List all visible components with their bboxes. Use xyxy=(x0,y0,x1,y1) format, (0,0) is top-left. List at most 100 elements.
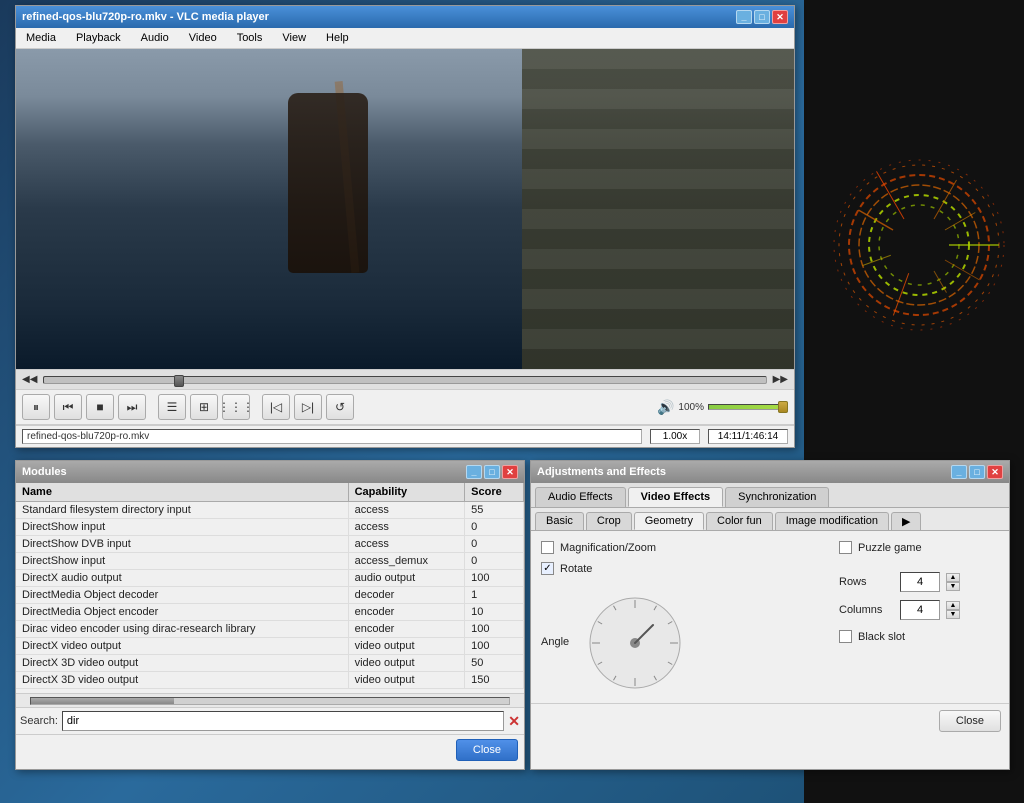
modules-close-button[interactable]: Close xyxy=(456,739,518,761)
toggle-playlist-button[interactable]: ☰ xyxy=(158,394,186,420)
minimize-button[interactable]: _ xyxy=(736,10,752,24)
effects-close-x[interactable]: ✕ xyxy=(987,465,1003,479)
tab-video-effects[interactable]: Video Effects xyxy=(628,487,724,507)
maximize-button[interactable]: □ xyxy=(754,10,770,24)
modules-search-bar: Search: ✕ xyxy=(16,707,524,734)
menu-media[interactable]: Media xyxy=(20,30,62,46)
table-row[interactable]: Dirac video encoder using dirac-research… xyxy=(16,621,524,638)
cell-name: DirectMedia Object decoder xyxy=(16,587,348,604)
table-row[interactable]: Standard filesystem directory inputacces… xyxy=(16,502,524,519)
table-row[interactable]: DirectShow inputaccess_demux0 xyxy=(16,553,524,570)
search-clear-button[interactable]: ✕ xyxy=(508,713,520,730)
sub-tab-basic[interactable]: Basic xyxy=(535,512,584,530)
tab-audio-effects[interactable]: Audio Effects xyxy=(535,487,626,507)
cell-score: 100 xyxy=(465,621,524,638)
menu-help[interactable]: Help xyxy=(320,30,355,46)
rotate-label: Rotate xyxy=(560,563,592,575)
menu-video[interactable]: Video xyxy=(183,30,223,46)
tab-synchronization[interactable]: Synchronization xyxy=(725,487,829,507)
table-row[interactable]: DirectMedia Object decoderdecoder1 xyxy=(16,587,524,604)
col-score[interactable]: Score xyxy=(465,483,524,502)
sub-tab-image-modification[interactable]: Image modification xyxy=(775,512,889,530)
menu-playback[interactable]: Playback xyxy=(70,30,127,46)
columns-row: Columns ▲ ▼ xyxy=(839,600,999,620)
effects-geometry-content: Magnification/Zoom ✓ Rotate Angle xyxy=(531,531,1009,703)
angle-dial-container xyxy=(585,593,685,693)
col-capability[interactable]: Capability xyxy=(348,483,465,502)
cell-name: Dirac video encoder using dirac-research… xyxy=(16,621,348,638)
columns-input[interactable] xyxy=(900,600,940,620)
cell-score: 10 xyxy=(465,604,524,621)
menu-tools[interactable]: Tools xyxy=(231,30,269,46)
vlc-controls: ⏸ ⏮ ■ ⏭ ☰ ⊞ ⋮⋮⋮ |◁ ▷| ↺ 🔊 100% xyxy=(16,390,794,425)
rows-input[interactable] xyxy=(900,572,940,592)
black-slot-checkbox[interactable] xyxy=(839,630,852,643)
effects-minimize[interactable]: _ xyxy=(951,465,967,479)
table-row[interactable]: DirectShow DVB inputaccess0 xyxy=(16,536,524,553)
cell-capability: access xyxy=(348,536,465,553)
effects-button[interactable]: ⋮⋮⋮ xyxy=(222,394,250,420)
modules-hscrollbar[interactable] xyxy=(16,693,524,707)
vlc-statusbar: refined-qos-blu720p-ro.mkv 1.00x 14:11/1… xyxy=(16,425,794,447)
table-row[interactable]: DirectX 3D video outputvideo output50 xyxy=(16,655,524,672)
menu-audio[interactable]: Audio xyxy=(135,30,175,46)
frame-prev-button[interactable]: |◁ xyxy=(262,394,290,420)
cell-capability: video output xyxy=(348,638,465,655)
puzzle-game-label: Puzzle game xyxy=(858,542,922,554)
columns-spin-up[interactable]: ▲ xyxy=(946,601,960,610)
stop-button[interactable]: ■ xyxy=(86,394,114,420)
modules-maximize[interactable]: □ xyxy=(484,465,500,479)
progress-track[interactable] xyxy=(43,376,766,384)
rows-row: Rows ▲ ▼ xyxy=(839,572,999,592)
titlebar-controls: _ □ ✕ xyxy=(736,10,788,24)
sub-tab-color-fun[interactable]: Color fun xyxy=(706,512,773,530)
volume-thumb[interactable] xyxy=(778,401,788,413)
cell-name: DirectX video output xyxy=(16,638,348,655)
hscroll-track[interactable] xyxy=(30,697,510,705)
search-input[interactable] xyxy=(62,711,504,731)
vlc-progress-bar: ◀◀ ▶▶ xyxy=(16,369,794,390)
effects-maximize[interactable]: □ xyxy=(969,465,985,479)
status-filename: refined-qos-blu720p-ro.mkv xyxy=(22,429,642,444)
vlc-video-area[interactable] xyxy=(16,49,794,369)
rows-spin-up[interactable]: ▲ xyxy=(946,573,960,582)
progress-fwd-arrow[interactable]: ▶▶ xyxy=(773,374,788,385)
pause-button[interactable]: ⏸ xyxy=(22,394,50,420)
rotate-checkbox[interactable]: ✓ xyxy=(541,562,554,575)
cell-name: DirectShow input xyxy=(16,553,348,570)
sub-tab-geometry[interactable]: Geometry xyxy=(634,512,704,530)
progress-thumb[interactable] xyxy=(174,375,184,387)
table-row[interactable]: DirectShow inputaccess0 xyxy=(16,519,524,536)
sub-tab-more[interactable]: ▶ xyxy=(891,512,921,530)
sub-tab-crop[interactable]: Crop xyxy=(586,512,632,530)
table-row[interactable]: DirectX audio outputaudio output100 xyxy=(16,570,524,587)
cell-capability: encoder xyxy=(348,621,465,638)
col-name[interactable]: Name xyxy=(16,483,348,502)
close-button[interactable]: ✕ xyxy=(772,10,788,24)
magnification-zoom-checkbox[interactable] xyxy=(541,541,554,554)
table-row[interactable]: DirectX video outputvideo output100 xyxy=(16,638,524,655)
rows-spinner-buttons: ▲ ▼ xyxy=(946,573,960,591)
table-row[interactable]: DirectX 3D video outputvideo output150 xyxy=(16,672,524,689)
cell-capability: encoder xyxy=(348,604,465,621)
modules-close-x[interactable]: ✕ xyxy=(502,465,518,479)
next-chapter-button[interactable]: ⏭ xyxy=(118,394,146,420)
extended-settings-button[interactable]: ⊞ xyxy=(190,394,218,420)
frame-step-button[interactable]: ▷| xyxy=(294,394,322,420)
cell-score: 55 xyxy=(465,502,524,519)
modules-title: Modules xyxy=(22,466,466,478)
columns-spin-down[interactable]: ▼ xyxy=(946,610,960,619)
ab-loop-button[interactable]: ↺ xyxy=(326,394,354,420)
modules-minimize[interactable]: _ xyxy=(466,465,482,479)
modules-scroll-area[interactable]: Name Capability Score Standard filesyste… xyxy=(16,483,524,693)
puzzle-game-checkbox[interactable] xyxy=(839,541,852,554)
hscroll-thumb[interactable] xyxy=(31,698,174,704)
menu-view[interactable]: View xyxy=(276,30,312,46)
prev-chapter-button[interactable]: ⏮ xyxy=(54,394,82,420)
table-row[interactable]: DirectMedia Object encoderencoder10 xyxy=(16,604,524,621)
rows-spin-down[interactable]: ▼ xyxy=(946,582,960,591)
progress-back-arrow[interactable]: ◀◀ xyxy=(22,374,37,385)
volume-slider[interactable] xyxy=(708,400,788,414)
effects-close-button[interactable]: Close xyxy=(939,710,1001,732)
angle-dial[interactable] xyxy=(585,593,685,693)
